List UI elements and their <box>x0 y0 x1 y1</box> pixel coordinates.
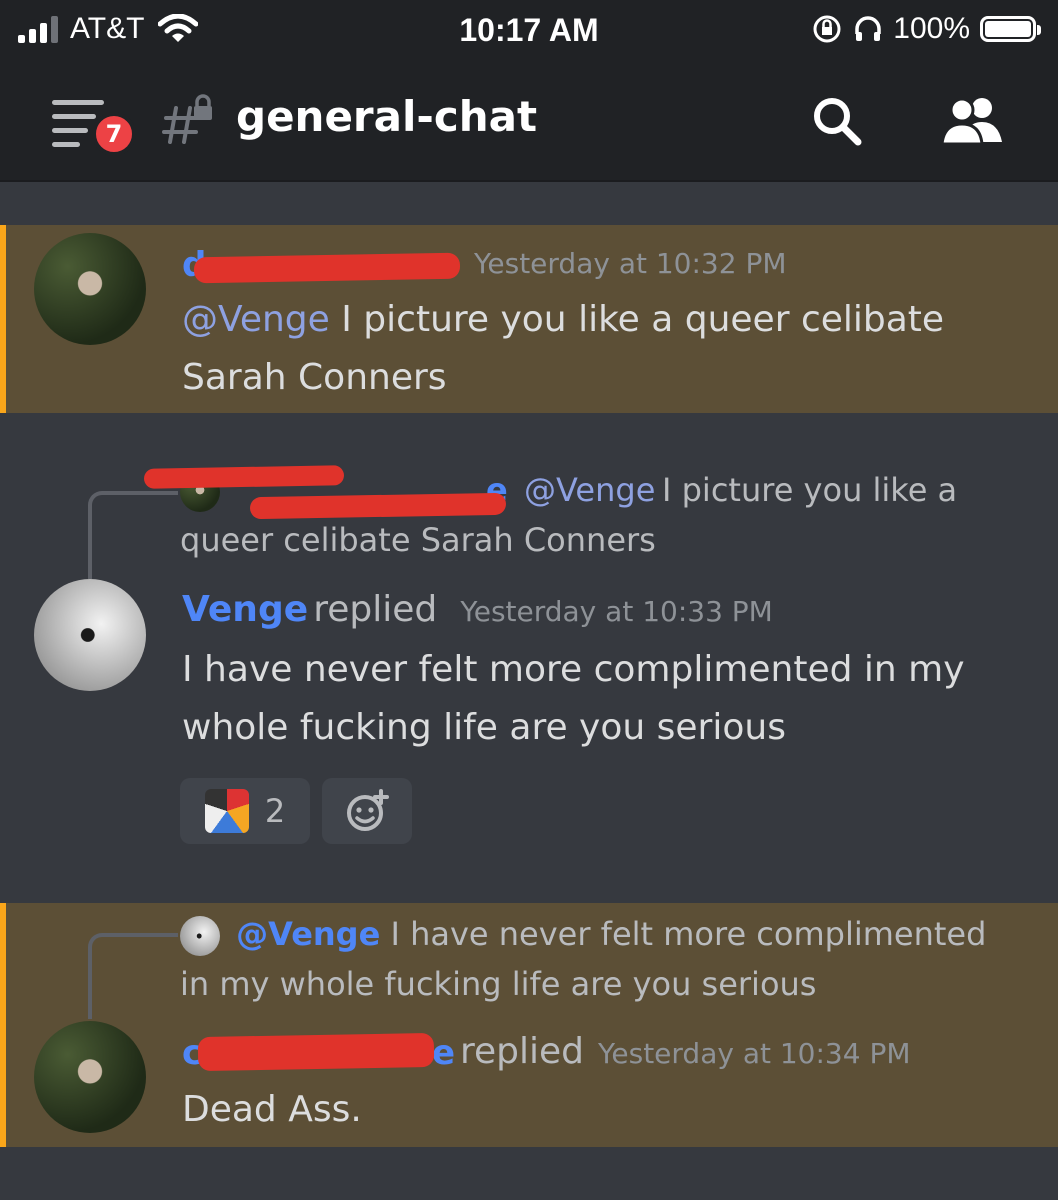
headphones-icon <box>855 16 882 41</box>
message-content: I have never felt more complimented in m… <box>182 641 965 757</box>
message-header: d e Yesterday at 10:32 PM <box>182 245 942 289</box>
add-reaction-button[interactable] <box>322 778 412 844</box>
reply-text-line2: queer celibate Sarah Conners <box>180 521 656 559</box>
custom-emoji-icon <box>204 789 249 833</box>
status-right: 100% <box>811 12 1041 46</box>
signal-icon <box>18 15 58 43</box>
battery-percent: 100% <box>893 12 970 45</box>
username[interactable]: Venge <box>182 589 308 630</box>
username-end[interactable]: e <box>432 1033 455 1073</box>
replied-label: replied <box>313 589 438 630</box>
status-left: AT&T <box>18 12 199 46</box>
members-icon[interactable] <box>940 96 1006 146</box>
reply-text-line1: I picture you like a <box>662 471 958 509</box>
status-bar: AT&T 10:17 AM 100% <box>0 0 1058 62</box>
message-content: @Venge I picture you like a queer celiba… <box>182 291 944 407</box>
message-3[interactable]: @Venge I have never felt more compliment… <box>0 903 1058 1147</box>
channel-title: general-chat <box>236 92 538 141</box>
redaction-mark <box>193 252 461 284</box>
message-header: c e replied Yesterday at 10:34 PM <box>182 1031 982 1079</box>
reply-text-line1: I have never felt more complimented <box>380 915 987 953</box>
orientation-lock-icon <box>813 15 841 43</box>
reply-connector <box>88 491 178 579</box>
add-reaction-icon <box>347 789 389 831</box>
message-1[interactable]: d e Yesterday at 10:32 PM @Venge I pictu… <box>0 225 1058 413</box>
reaction-button[interactable]: 2 <box>180 778 310 844</box>
redaction-mark <box>197 1032 435 1072</box>
reply-avatar <box>180 916 220 956</box>
message-text-line1: I picture you like a queer celibate <box>329 299 945 340</box>
wifi-icon <box>158 14 199 42</box>
reply-preview[interactable]: e @Venge I picture you like a queer celi… <box>143 465 1010 559</box>
message-text-line2: Sarah Conners <box>182 357 447 398</box>
replied-label: replied <box>460 1031 585 1072</box>
reply-text-line2: in my whole fucking life are you serious <box>180 965 817 1003</box>
search-icon[interactable] <box>810 94 866 150</box>
timestamp: Yesterday at 10:32 PM <box>474 247 787 280</box>
carrier-label: AT&T <box>70 12 145 45</box>
reply-mention[interactable]: @Venge <box>236 915 380 953</box>
avatar[interactable] <box>34 1021 146 1133</box>
reply-connector <box>88 933 178 1019</box>
battery-icon <box>980 16 1041 42</box>
redaction-mark <box>143 465 345 489</box>
user-mention[interactable]: @Venge <box>182 299 330 340</box>
channel-header: 7 general-chat <box>0 62 1058 182</box>
message-text-line2: whole fucking life are you serious <box>182 707 786 748</box>
message-header: Venge replied Yesterday at 10:33 PM <box>182 589 773 630</box>
reply-preview[interactable]: @Venge I have never felt more compliment… <box>180 909 1040 1009</box>
locked-hash-icon <box>162 94 212 144</box>
message-content: Dead Ass. <box>182 1089 362 1130</box>
reaction-count: 2 <box>264 792 286 830</box>
message-2[interactable]: e @Venge I picture you like a queer celi… <box>0 413 1058 903</box>
reply-mention[interactable]: @Venge <box>524 465 655 515</box>
avatar[interactable] <box>34 579 146 691</box>
timestamp: Yesterday at 10:34 PM <box>598 1037 911 1070</box>
message-text-line1: I have never felt more complimented in m… <box>182 649 965 690</box>
timestamp: Yesterday at 10:33 PM <box>460 595 773 628</box>
avatar[interactable] <box>34 233 146 345</box>
notification-badge: 7 <box>92 112 136 156</box>
